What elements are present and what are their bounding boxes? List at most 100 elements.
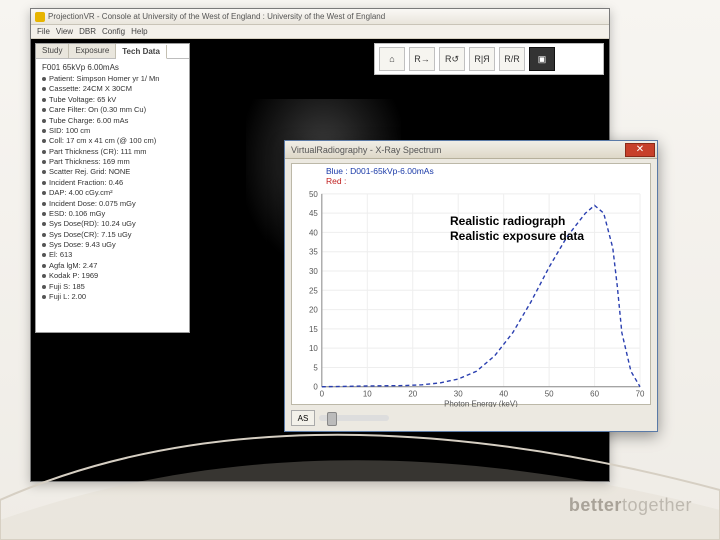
- tab-tech-data[interactable]: Tech Data: [116, 45, 167, 59]
- tech-field-text: SID: 100 cm: [49, 126, 90, 135]
- tech-field: El: 613: [42, 250, 185, 260]
- tech-field-text: Sys Dose: 9.43 uGy: [49, 240, 116, 249]
- bullet-icon: [42, 295, 46, 299]
- svg-text:35: 35: [309, 248, 318, 257]
- tech-field-text: Cassette: 24CM X 30CM: [49, 84, 132, 93]
- menu-dbr[interactable]: DBR: [79, 27, 96, 36]
- bullet-icon: [42, 191, 46, 195]
- tech-field-text: Scatter Rej. Grid: NONE: [49, 167, 130, 176]
- tech-field: Scatter Rej. Grid: NONE: [42, 167, 185, 177]
- bullet-icon: [42, 222, 46, 226]
- tech-field-text: Patient: Simpson Homer yr 1/ Mn: [49, 74, 159, 83]
- spectrum-window[interactable]: VirtualRadiography - X-Ray Spectrum ✕ Bl…: [284, 140, 658, 432]
- tech-field-text: Incident Fraction: 0.46: [49, 178, 123, 187]
- menu-help[interactable]: Help: [131, 27, 147, 36]
- bullet-icon: [42, 98, 46, 102]
- svg-text:20: 20: [309, 306, 318, 315]
- svg-text:60: 60: [590, 390, 599, 399]
- tech-field-text: Incident Dose: 0.075 mGy: [49, 199, 136, 208]
- mirror-rr-icon[interactable]: R|Я: [469, 47, 495, 71]
- svg-text:0: 0: [313, 383, 318, 392]
- svg-text:50: 50: [309, 190, 318, 199]
- tech-field-text: Part Thickness: 169 mm: [49, 157, 130, 166]
- tech-field-text: Tube Charge: 6.00 mAs: [49, 116, 128, 125]
- tech-field-text: Coll: 17 cm x 41 cm (@ 100 cm): [49, 136, 156, 145]
- bullet-icon: [42, 77, 46, 81]
- svg-text:40: 40: [309, 228, 318, 237]
- tech-field: DAP: 4.00 cGy.cm²: [42, 188, 185, 198]
- flip-rf-icon[interactable]: R→: [409, 47, 435, 71]
- tech-field-text: Sys Dose(CR): 7.15 uGy: [49, 230, 132, 239]
- tech-field: Sys Dose(RD): 10.24 uGy: [42, 219, 185, 229]
- tech-field: Part Thickness (CR): 111 mm: [42, 147, 185, 157]
- main-titlebar: ProjectionVR - Console at University of …: [31, 9, 609, 25]
- brand-footer: bettertogether: [569, 495, 692, 516]
- menubar: File View DBR Config Help: [31, 25, 609, 39]
- tech-field-text: Sys Dose(RD): 10.24 uGy: [49, 219, 136, 228]
- menu-view[interactable]: View: [56, 27, 73, 36]
- main-title: ProjectionVR - Console at University of …: [48, 12, 385, 21]
- tech-field: Sys Dose: 9.43 uGy: [42, 240, 185, 250]
- svg-text:10: 10: [363, 390, 372, 399]
- tech-field: Coll: 17 cm x 41 cm (@ 100 cm): [42, 136, 185, 146]
- spectrum-chart: 01020304050607005101520253035404550Photo…: [292, 164, 650, 407]
- svg-text:70: 70: [636, 390, 645, 399]
- viewer-toolbar: ⌂ R→ R↺ R|Я R/R ▣: [374, 43, 604, 75]
- tech-field-text: Fuji S: 185: [49, 282, 85, 291]
- bullet-icon: [42, 87, 46, 91]
- tech-field-text: ESD: 0.106 mGy: [49, 209, 105, 218]
- tech-field-text: Kodak P: 1969: [49, 271, 98, 280]
- menu-config[interactable]: Config: [102, 27, 125, 36]
- svg-text:Photon Energy (keV): Photon Energy (keV): [444, 400, 518, 407]
- tech-header: F001 65kVp 6.00mAs: [42, 62, 185, 74]
- spectrum-titlebar[interactable]: VirtualRadiography - X-Ray Spectrum ✕: [285, 141, 657, 159]
- close-icon[interactable]: ✕: [625, 143, 655, 157]
- tech-field-text: Tube Voltage: 65 kV: [49, 95, 116, 104]
- tech-field-text: Agfa lgM: 2.47: [49, 261, 97, 270]
- app-icon: [35, 12, 45, 22]
- svg-text:10: 10: [309, 344, 318, 353]
- svg-text:45: 45: [309, 209, 318, 218]
- tech-field-text: DAP: 4.00 cGy.cm²: [49, 188, 113, 197]
- tab-exposure[interactable]: Exposure: [69, 44, 116, 58]
- stack-rr-icon[interactable]: R/R: [499, 47, 525, 71]
- tech-field-text: Part Thickness (CR): 111 mm: [49, 147, 147, 156]
- as-button[interactable]: AS: [291, 410, 315, 426]
- svg-text:30: 30: [309, 267, 318, 276]
- tech-field: Tube Voltage: 65 kV: [42, 95, 185, 105]
- svg-text:25: 25: [309, 286, 318, 295]
- tech-field: Care Filter: On (0.30 mm Cu): [42, 105, 185, 115]
- menu-file[interactable]: File: [37, 27, 50, 36]
- tech-field: Patient: Simpson Homer yr 1/ Mn: [42, 74, 185, 84]
- tech-field: Cassette: 24CM X 30CM: [42, 84, 185, 94]
- tech-field: Part Thickness: 169 mm: [42, 157, 185, 167]
- tech-field: Incident Fraction: 0.46: [42, 178, 185, 188]
- tech-field: Tube Charge: 6.00 mAs: [42, 116, 185, 126]
- bullet-icon: [42, 212, 46, 216]
- tech-field: Fuji S: 185: [42, 282, 185, 292]
- svg-text:5: 5: [313, 363, 318, 372]
- brand-bold: better: [569, 495, 622, 515]
- tech-field: ESD: 0.106 mGy: [42, 209, 185, 219]
- tech-fields: F001 65kVp 6.00mAs Patient: Simpson Home…: [36, 59, 189, 305]
- bullet-icon: [42, 139, 46, 143]
- home-icon[interactable]: ⌂: [379, 47, 405, 71]
- tab-study[interactable]: Study: [36, 44, 69, 58]
- tech-field: Kodak P: 1969: [42, 271, 185, 281]
- svg-text:30: 30: [454, 390, 463, 399]
- bullet-icon: [42, 108, 46, 112]
- bullet-icon: [42, 150, 46, 154]
- tech-field: Incident Dose: 0.075 mGy: [42, 199, 185, 209]
- rotate-rl-icon[interactable]: R↺: [439, 47, 465, 71]
- spectrum-slider[interactable]: [319, 415, 389, 421]
- bullet-icon: [42, 264, 46, 268]
- spectrum-title: VirtualRadiography - X-Ray Spectrum: [291, 145, 441, 155]
- overlay-icon[interactable]: ▣: [529, 47, 555, 71]
- tech-field: Fuji L: 2.00: [42, 292, 185, 302]
- bullet-icon: [42, 129, 46, 133]
- brand-light: together: [622, 495, 692, 515]
- svg-text:20: 20: [408, 390, 417, 399]
- tech-field: SID: 100 cm: [42, 126, 185, 136]
- bullet-icon: [42, 253, 46, 257]
- bullet-icon: [42, 233, 46, 237]
